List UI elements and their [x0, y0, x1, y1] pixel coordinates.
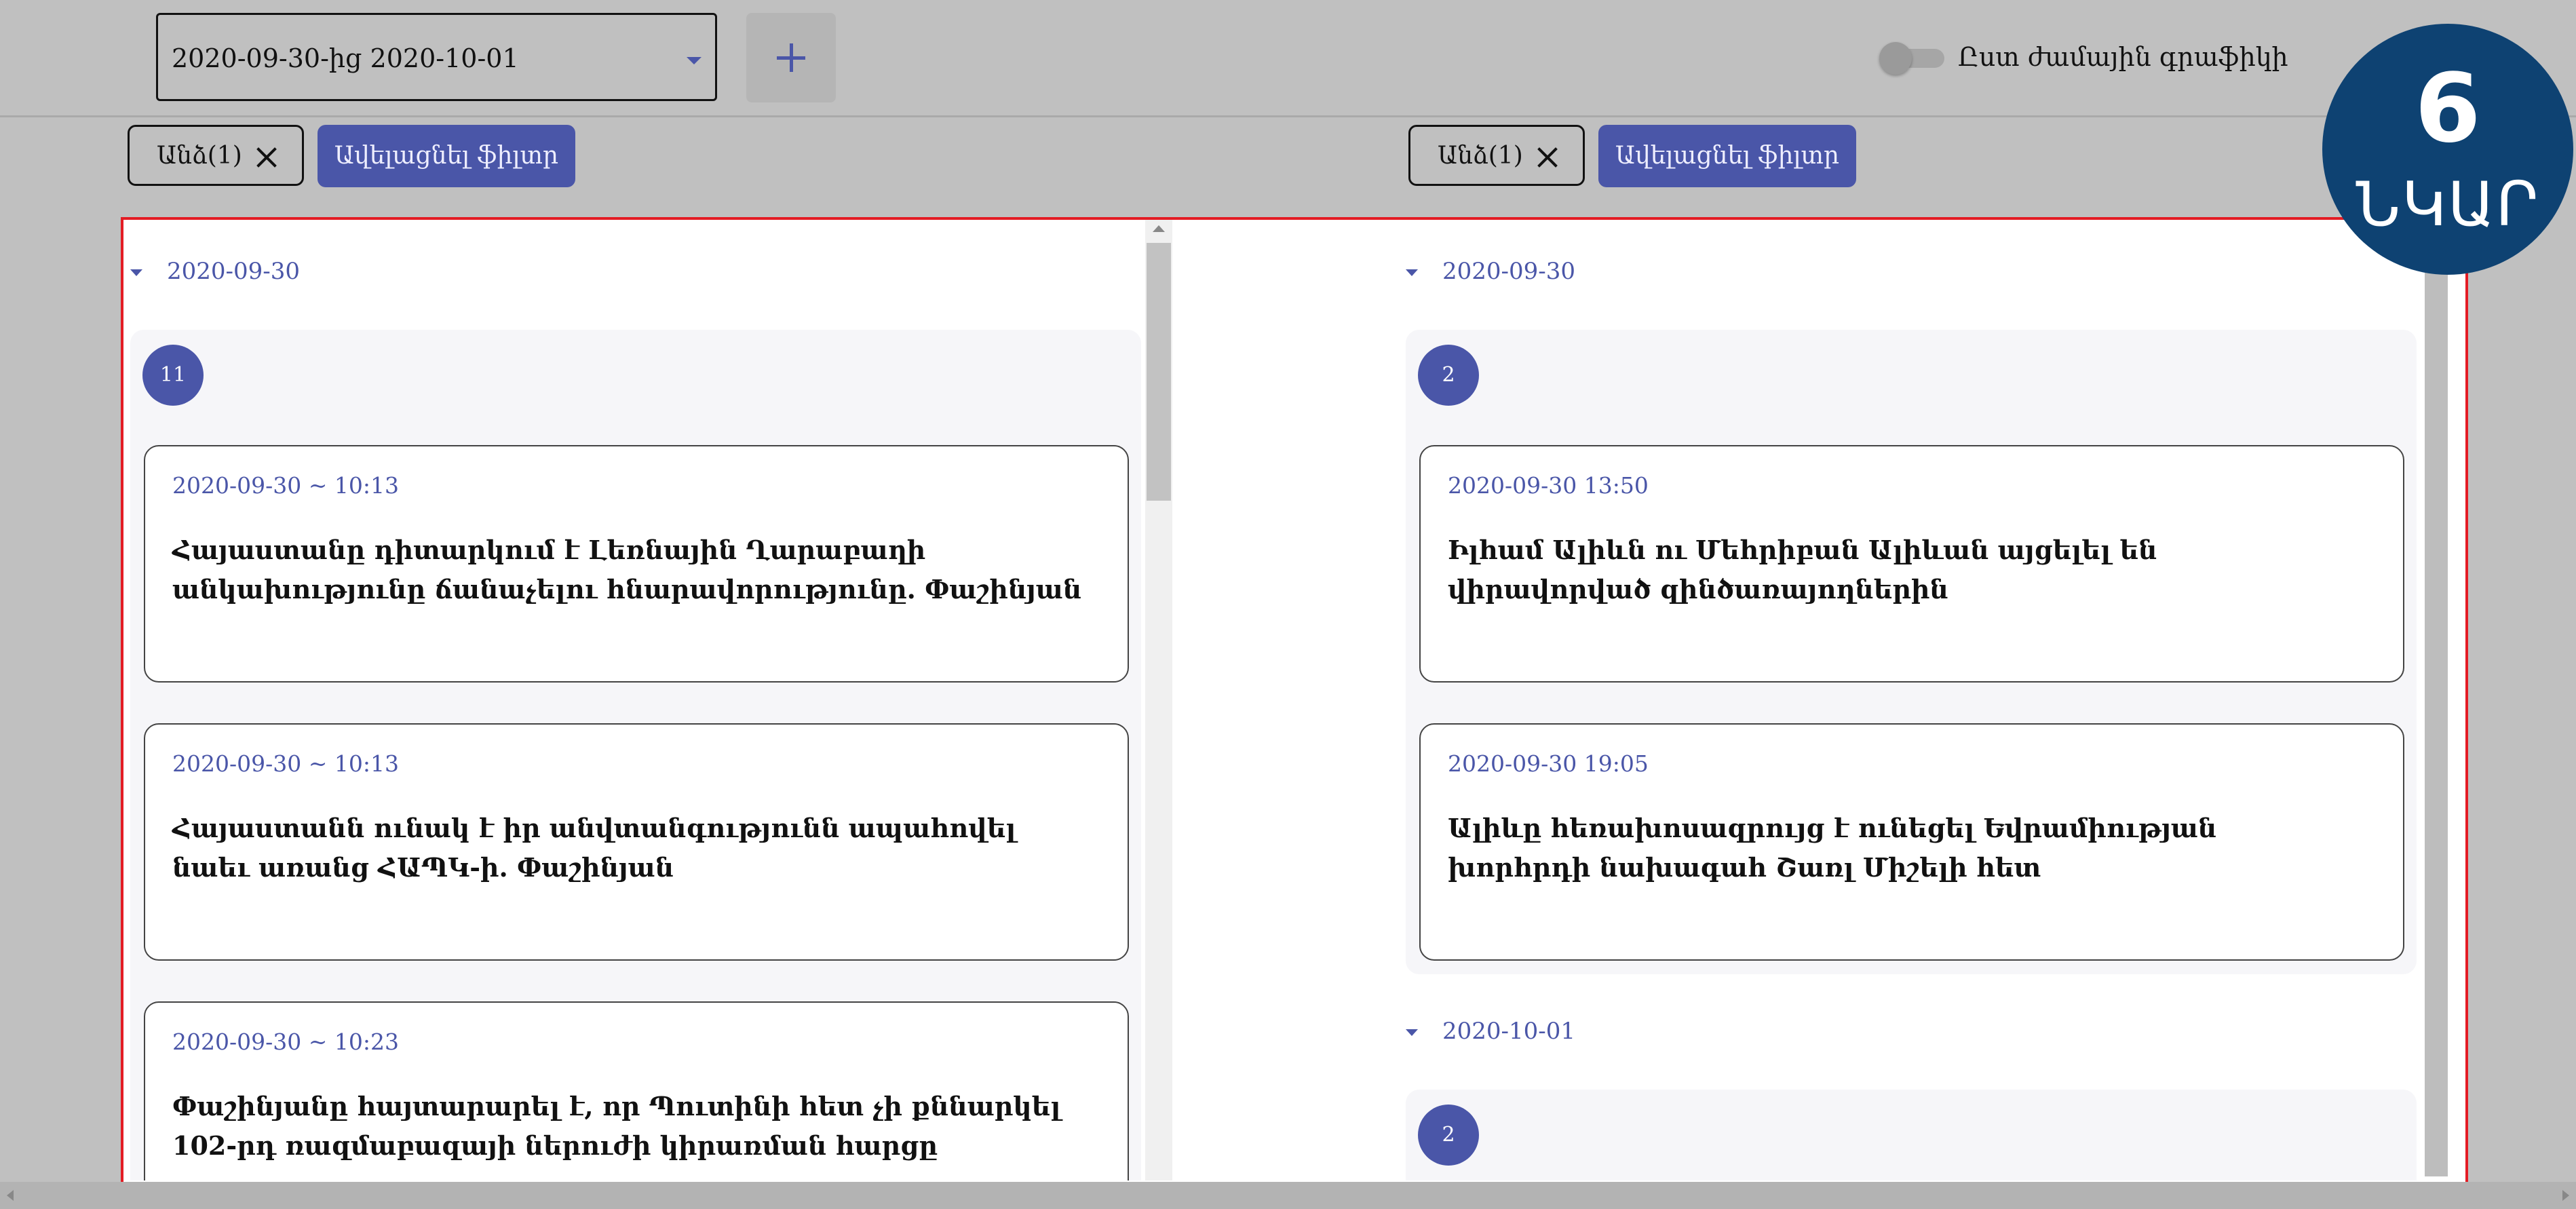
- day-header-left[interactable]: 2020-09-30: [130, 258, 300, 285]
- count-badge: 2: [1418, 1105, 1479, 1166]
- card-time: 2020-09-30 ~ 10:13: [172, 750, 399, 777]
- add-filter-button-right[interactable]: Ավելացնել ֆիլտր: [1598, 125, 1856, 187]
- card-time: 2020-09-30 ~ 10:13: [172, 472, 399, 499]
- chevron-down-icon: [687, 57, 701, 64]
- close-icon[interactable]: [256, 146, 277, 168]
- count-badge: 2: [1418, 345, 1479, 406]
- photo-number-badge: 6 ՆԿԱՐ: [2322, 24, 2573, 275]
- add-filter-button-left[interactable]: Ավելացնել ֆիլտր: [318, 125, 575, 187]
- news-card[interactable]: 2020-09-30 ~ 10:23 Փաշինյանը հայտարարել …: [144, 1001, 1129, 1181]
- badge-number: 6: [2415, 54, 2481, 164]
- card-time: 2020-09-30 ~ 10:23: [172, 1029, 399, 1055]
- left-timeline: 2020-09-30 11 2020-09-30 ~ 10:13 Հայաստա…: [123, 220, 1141, 1181]
- schedule-toggle[interactable]: [1879, 42, 1947, 75]
- filter-chip-label: Անձ(1): [1438, 142, 1523, 170]
- day-label: 2020-09-30: [167, 258, 301, 285]
- schedule-toggle-label: Ըստ ժամային գրաֆիկի: [1958, 42, 2288, 72]
- news-card[interactable]: 2020-09-30 19:05 Ալիևը հեռախոսազրույց է …: [1419, 723, 2404, 961]
- day-group-left: 11 2020-09-30 ~ 10:13 Հայաստանը դիտարկու…: [130, 330, 1141, 1181]
- close-icon[interactable]: [1537, 146, 1558, 168]
- filter-chip-person-left[interactable]: Անձ(1): [128, 125, 304, 186]
- scroll-thumb[interactable]: [1147, 243, 1171, 501]
- add-button[interactable]: [746, 13, 836, 102]
- horizontal-scrollbar[interactable]: [0, 1182, 2576, 1209]
- top-toolbar: 2020-09-30-ից 2020-10-01 Ըստ ժամային գրա…: [0, 0, 2576, 117]
- card-title: Փաշինյանը հայտարարել է, որ Պուտինի հետ չ…: [172, 1091, 1061, 1161]
- card-title: Հայաստանը դիտարկում է Լեռնային Ղարաբաղի …: [172, 535, 1082, 604]
- card-title: Ալիևը հեռախոսազրույց է ունեցել Եվրամիութ…: [1448, 813, 2217, 883]
- scroll-right-icon[interactable]: [2562, 1190, 2569, 1201]
- count-badge: 11: [142, 345, 204, 406]
- card-time: 2020-09-30 13:50: [1448, 472, 1649, 499]
- card-title: Իլհամ Ալիևն ու Մեհրիբան Ալիևան այցելել ե…: [1448, 535, 2157, 604]
- collapse-caret-icon: [130, 269, 142, 276]
- collapse-caret-icon: [1406, 269, 1418, 276]
- date-range-select[interactable]: 2020-09-30-ից 2020-10-01: [156, 13, 717, 101]
- day-header-right-2[interactable]: 2020-10-01: [1406, 1018, 1575, 1045]
- day-header-right[interactable]: 2020-09-30: [1406, 258, 1575, 285]
- news-card[interactable]: 2020-09-30 ~ 10:13 Հայաստանն ունակ է իր …: [144, 723, 1129, 961]
- card-time: 2020-09-30 19:05: [1448, 750, 1649, 777]
- day-label: 2020-09-30: [1442, 258, 1576, 285]
- filter-chip-label: Անձ(1): [157, 142, 242, 170]
- day-group-right: 2 2020-09-30 13:50 Իլհամ Ալիևն ու Մեհրիբ…: [1406, 330, 2417, 974]
- right-timeline: 2020-09-30 2 2020-09-30 13:50 Իլհամ Ալիև…: [1406, 220, 2525, 1181]
- news-card[interactable]: 2020-09-30 13:50 Իլհամ Ալիևն ու Մեհրիբան…: [1419, 445, 2404, 683]
- scroll-up-icon[interactable]: [1153, 225, 1165, 232]
- day-group-right-2: 2: [1406, 1090, 2417, 1181]
- collapse-caret-icon: [1406, 1029, 1418, 1036]
- day-label: 2020-10-01: [1442, 1018, 1576, 1045]
- right-scrollbar[interactable]: [2425, 247, 2448, 1176]
- scroll-left-icon[interactable]: [7, 1190, 14, 1201]
- toggle-knob: [1879, 42, 1912, 75]
- badge-word: ՆԿԱՐ: [2356, 169, 2540, 240]
- left-scrollbar[interactable]: [1145, 220, 1172, 1181]
- filter-chip-person-right[interactable]: Անձ(1): [1408, 125, 1585, 186]
- timeline-frame: 2020-09-30 11 2020-09-30 ~ 10:13 Հայաստա…: [121, 217, 2468, 1205]
- news-card[interactable]: 2020-09-30 ~ 10:13 Հայաստանը դիտարկում է…: [144, 445, 1129, 683]
- date-range-value: 2020-09-30-ից 2020-10-01: [172, 43, 519, 73]
- card-title: Հայաստանն ունակ է իր անվտանգությունն ապա…: [172, 813, 1016, 883]
